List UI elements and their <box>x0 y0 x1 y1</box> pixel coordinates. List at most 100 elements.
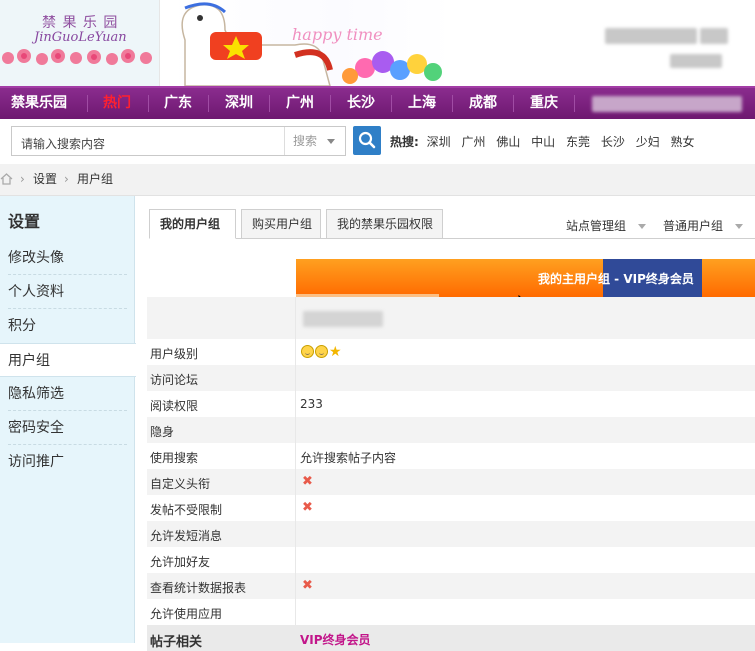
section-group-name: VIP终身会员 <box>300 633 371 647</box>
permission-label: 允许使用应用 <box>150 607 223 621</box>
search-button[interactable] <box>353 126 381 155</box>
tab-my-usergroup[interactable]: 我的用户组 <box>149 209 236 239</box>
search-type-select[interactable]: 搜索 <box>284 127 345 155</box>
nav-item-redacted[interactable] <box>592 96 742 112</box>
smile-level-icon <box>301 345 314 358</box>
column-divider <box>295 443 296 469</box>
nav-item-guangdong[interactable]: 广东 <box>164 88 192 119</box>
sidebar-item-usergroup[interactable]: 用户组 <box>0 343 136 377</box>
normal-group-dropdown[interactable]: 普通用户组 <box>663 217 744 234</box>
denied-cross-icon: ✖ <box>302 474 313 489</box>
column-divider <box>295 417 296 443</box>
breadcrumb-separator: › <box>20 172 25 186</box>
tab-bar-border <box>149 238 755 239</box>
hot-search-link[interactable]: 中山 <box>531 135 555 149</box>
hot-search-link[interactable]: 深圳 <box>427 135 451 149</box>
hot-search-label: 热搜: <box>390 135 419 149</box>
nav-divider <box>269 95 270 112</box>
column-divider <box>295 391 296 417</box>
group-icon-redacted <box>303 311 383 327</box>
permission-label: 查看统计数据报表 <box>150 581 247 595</box>
permission-row: 阅读权限 233 <box>147 391 755 417</box>
site-admin-group-dropdown[interactable]: 站点管理组 <box>566 217 647 234</box>
nav-item-chongqing[interactable]: 重庆 <box>530 88 558 119</box>
permission-label: 访问论坛 <box>150 373 199 387</box>
nav-divider <box>513 95 514 112</box>
nav-divider <box>208 95 209 112</box>
nav-divider <box>148 95 149 112</box>
permission-row: 隐身 <box>147 417 755 443</box>
user-info-redacted <box>670 54 722 68</box>
column-divider <box>295 495 296 521</box>
sidebar-item-password[interactable]: 密码安全 <box>0 411 135 445</box>
chevron-down-icon <box>327 139 335 144</box>
sidebar-item-privacy[interactable]: 隐私筛选 <box>0 377 135 411</box>
nav-item-shanghai[interactable]: 上海 <box>408 88 436 119</box>
sidebar-item-credits[interactable]: 积分 <box>0 309 135 343</box>
sidebar-item-label: 用户组 <box>8 353 50 369</box>
breadcrumb: › 设置 › 用户组 <box>0 164 755 196</box>
column-divider <box>295 365 296 391</box>
nav-item-hot[interactable]: 热门 <box>103 88 131 119</box>
breadcrumb-item-settings[interactable]: 设置 <box>33 164 57 194</box>
nav-divider <box>452 95 453 112</box>
permission-label: 允许发短消息 <box>150 529 223 543</box>
nav-divider <box>391 95 392 112</box>
tab-buy-usergroup[interactable]: 购买用户组 <box>241 209 321 239</box>
dropdown-label: 站点管理组 <box>566 219 627 233</box>
sidebar-title: 设置 <box>8 212 41 231</box>
denied-cross-icon: ✖ <box>302 578 313 593</box>
home-icon[interactable] <box>0 173 13 185</box>
permission-row: 查看统计数据报表 ✖ <box>147 573 755 599</box>
logo-en-text: JinGuoLeYuan <box>34 30 127 45</box>
permission-label: 使用搜索 <box>150 451 199 465</box>
user-info-redacted <box>605 28 697 44</box>
permission-value: 233 <box>300 397 323 411</box>
nav-item-changsha[interactable]: 长沙 <box>347 88 375 119</box>
permission-row: 使用搜索 允许搜索帖子内容 <box>147 443 755 469</box>
permission-row: 访问论坛 <box>147 365 755 391</box>
hot-search-link[interactable]: 佛山 <box>496 135 520 149</box>
sidebar-item-label: 个人资料 <box>8 284 64 300</box>
permission-label: 允许加好友 <box>150 555 211 569</box>
permission-label: 发帖不受限制 <box>150 503 223 517</box>
permission-row: 发帖不受限制 ✖ <box>147 495 755 521</box>
permission-row: 自定义头衔 ✖ <box>147 469 755 495</box>
sidebar-item-label: 修改头像 <box>8 250 64 266</box>
hot-search-link[interactable]: 东莞 <box>566 135 590 149</box>
chevron-down-icon <box>735 224 744 229</box>
nav-item-guangzhou[interactable]: 广州 <box>286 88 314 119</box>
section-header-row: 帖子相关 VIP终身会员 <box>147 625 755 651</box>
tab-my-permissions[interactable]: 我的禁果乐园权限 <box>326 209 443 239</box>
sidebar-item-promotion[interactable]: 访问推广 <box>0 445 135 479</box>
nav-divider <box>330 95 331 112</box>
nav-item-home[interactable]: 禁果乐园 <box>11 88 67 119</box>
search-input[interactable]: 请输入搜索内容 <box>21 135 105 152</box>
site-logo[interactable]: 禁 果 乐 园 JinGuoLeYuan <box>0 0 160 86</box>
main-group-title: 我的主用户组 - VIP终身会员 <box>538 272 694 286</box>
permission-label: 自定义头衔 <box>150 477 211 491</box>
star-level-icon: ★ <box>329 344 342 360</box>
hot-search-link[interactable]: 熟女 <box>671 135 695 149</box>
search-icon <box>358 131 376 149</box>
breadcrumb-item-usergroup: 用户组 <box>77 172 114 186</box>
flower-decoration-icon <box>2 49 152 65</box>
site-header: 禁 果 乐 园 JinGuoLeYuan happy time <box>0 0 755 86</box>
logo-cn-text: 禁 果 乐 园 <box>42 15 119 31</box>
chevron-down-icon <box>638 224 647 229</box>
sidebar-item-avatar[interactable]: 修改头像 <box>0 241 135 275</box>
hot-search-link[interactable]: 长沙 <box>601 135 625 149</box>
hot-search-link[interactable]: 少妇 <box>636 135 660 149</box>
column-divider <box>295 339 296 365</box>
search-type-label: 搜索 <box>293 134 318 148</box>
hot-search-list: 热搜: 深圳 广州 佛山 中山 东莞 长沙 少妇 熟女 <box>390 133 702 150</box>
hot-search-link[interactable]: 广州 <box>461 135 485 149</box>
nav-item-shenzhen[interactable]: 深圳 <box>225 88 253 119</box>
nav-item-chengdu[interactable]: 成都 <box>469 88 497 119</box>
column-divider <box>295 521 296 547</box>
happy-time-slogan: happy time <box>292 25 383 44</box>
main-content: 我的用户组 购买用户组 我的禁果乐园权限 站点管理组 普通用户组 我的主用户组 … <box>135 196 755 651</box>
breadcrumb-separator: › <box>64 172 69 186</box>
sidebar-item-profile[interactable]: 个人资料 <box>0 275 135 309</box>
column-divider <box>295 599 296 625</box>
